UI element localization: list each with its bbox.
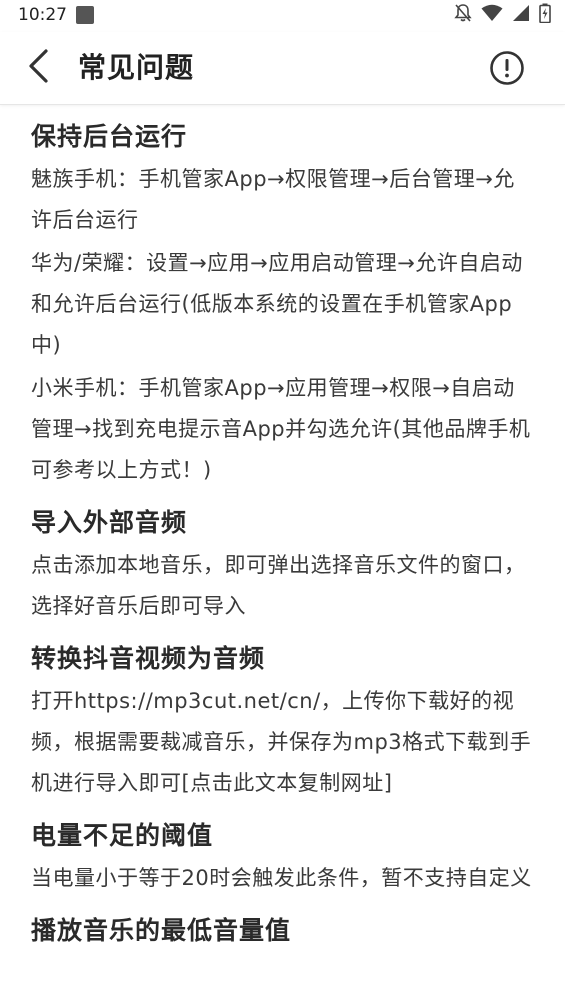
back-button[interactable] bbox=[16, 46, 60, 90]
info-button[interactable] bbox=[489, 50, 525, 86]
signal-icon bbox=[512, 4, 530, 26]
faq-paragraph: 华为/荣耀：设置→应用→应用启动管理→允许自启动和允许后台运行(低版本系统的设置… bbox=[31, 251, 523, 357]
faq-title: 电量不足的阈值 bbox=[31, 821, 214, 850]
battery-charging-icon bbox=[539, 3, 551, 27]
faq-title: 导入外部音频 bbox=[31, 508, 188, 537]
faq-section-import-audio: 导入外部音频 点击添加本地音乐，即可弹出选择音乐文件的窗口，选择好音乐后即可导入 bbox=[31, 504, 535, 627]
status-time: 10:27 bbox=[18, 5, 67, 25]
chevron-left-icon bbox=[25, 48, 51, 88]
faq-title: 保持后台运行 bbox=[31, 122, 188, 151]
faq-section-min-volume: 播放音乐的最低音量值 bbox=[31, 912, 535, 950]
info-circle-icon bbox=[489, 51, 525, 90]
status-icons bbox=[454, 3, 551, 27]
copy-url-text[interactable]: 打开https://mp3cut.net/cn/，上传你下载好的视频，根据需要裁… bbox=[31, 681, 535, 804]
faq-title: 转换抖音视频为音频 bbox=[31, 644, 266, 673]
status-bar: 10:27 bbox=[0, 0, 565, 32]
notif-square-icon bbox=[76, 6, 94, 24]
page-title: 常见问题 bbox=[78, 51, 195, 84]
faq-section-convert-video: 转换抖音视频为音频 打开https://mp3cut.net/cn/，上传你下载… bbox=[31, 640, 535, 804]
faq-section-background-run: 保持后台运行 魅族手机：手机管家App→权限管理→后台管理→允许后台运行 华为/… bbox=[31, 118, 535, 491]
faq-paragraph: 点击添加本地音乐，即可弹出选择音乐文件的窗口，选择好音乐后即可导入 bbox=[31, 553, 526, 618]
wifi-icon bbox=[481, 4, 503, 26]
app-bar: 常见问题 bbox=[0, 32, 565, 105]
mute-bell-icon bbox=[454, 3, 472, 27]
faq-paragraph: 小米手机：手机管家App→应用管理→权限→自启动管理→找到充电提示音App并勾选… bbox=[31, 376, 531, 482]
faq-paragraph: 魅族手机：手机管家App→权限管理→后台管理→允许后台运行 bbox=[31, 167, 515, 232]
faq-section-low-battery: 电量不足的阈值 当电量小于等于20时会触发此条件，暂不支持自定义 bbox=[31, 817, 535, 899]
faq-title: 播放音乐的最低音量值 bbox=[31, 916, 292, 945]
faq-content[interactable]: 保持后台运行 魅族手机：手机管家App→权限管理→后台管理→允许后台运行 华为/… bbox=[0, 105, 565, 1004]
faq-paragraph: 当电量小于等于20时会触发此条件，暂不支持自定义 bbox=[31, 866, 532, 890]
